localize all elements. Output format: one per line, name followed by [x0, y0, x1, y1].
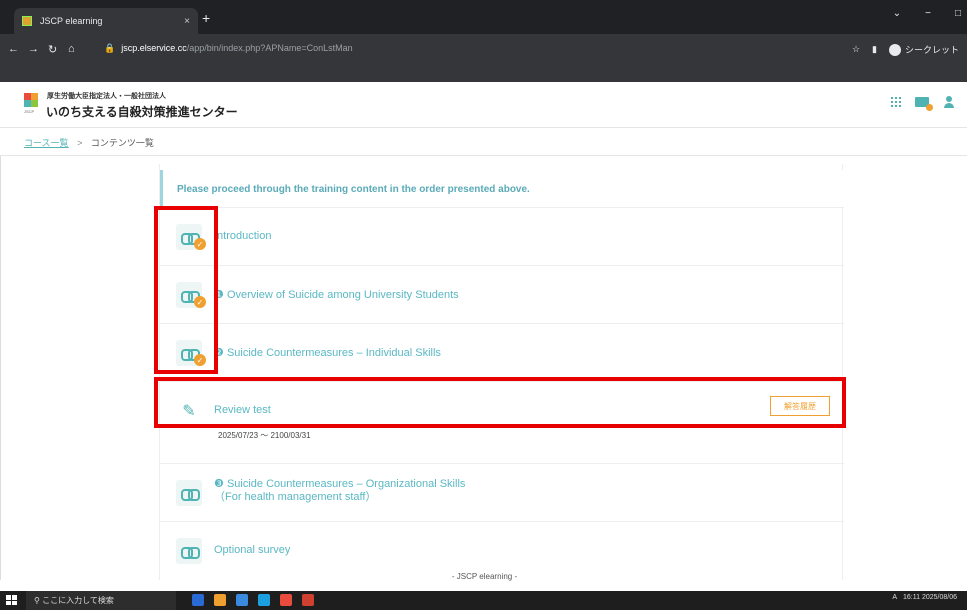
- site-header: JSCP 厚生労働大臣指定法人・一般社団法人 いのち支える自殺対策推進センター: [0, 82, 967, 128]
- side-panel-icon[interactable]: ▮: [872, 44, 877, 55]
- address-bar: ← → ↻ ⌂ 🔒 jscp.elservice.cc/app/bin/index…: [0, 34, 967, 64]
- apps-grid-icon[interactable]: [891, 97, 901, 107]
- breadcrumb: コース一覧 > コンテンツ一覧: [0, 128, 967, 156]
- favicon-icon: [22, 16, 32, 26]
- incognito-icon: [888, 43, 901, 56]
- bookmark-star-icon[interactable]: ☆: [852, 44, 860, 55]
- app-icon[interactable]: [214, 594, 226, 606]
- content-item-label: ❶ Overview of Suicide among University S…: [214, 289, 459, 301]
- tab-title: JSCP elearning: [40, 16, 103, 26]
- org-name: 厚生労働大臣指定法人・一般社団法人: [47, 93, 166, 100]
- taskbar-search[interactable]: ⚲ ここに入力して検索: [26, 591, 176, 610]
- chrome-icon[interactable]: [280, 594, 292, 606]
- content-item-label: ❸ Suicide Countermeasures – Organization…: [214, 478, 466, 503]
- search-icon: ⚲: [34, 596, 43, 605]
- content-item-label: ❷ Suicide Countermeasures – Individual S…: [214, 347, 441, 359]
- clock[interactable]: 16:11 2025/08/06: [903, 594, 957, 601]
- browser-window: JSCP elearning × + ⌄ − □ ← → ↻ ⌂ 🔒 jscp.e…: [0, 0, 967, 610]
- app-icon[interactable]: [236, 594, 248, 606]
- content-area: Please proceed through the training cont…: [0, 156, 967, 581]
- footer-text: - JSCP elearning -: [451, 572, 518, 581]
- content-item-label: Introduction: [214, 230, 272, 242]
- highlight-completed-icons: [154, 206, 218, 374]
- jscp-logo[interactable]: [24, 93, 38, 107]
- tab-search-icon[interactable]: ⌄: [893, 8, 901, 19]
- new-tab-button[interactable]: +: [202, 10, 210, 26]
- tab-jscp[interactable]: JSCP elearning ×: [14, 8, 198, 34]
- user-icon[interactable]: [943, 96, 955, 108]
- breadcrumb-separator: >: [77, 138, 83, 148]
- content-item-introduction[interactable]: ✓ Introduction: [160, 208, 844, 266]
- bookmarks-strip: [0, 64, 967, 82]
- incognito-indicator[interactable]: シークレット: [888, 43, 959, 56]
- reload-icon[interactable]: ↻: [48, 43, 57, 56]
- forward-arrow-icon[interactable]: →: [28, 43, 39, 55]
- tab-close-icon[interactable]: ×: [184, 16, 190, 27]
- link-icon: [176, 538, 202, 564]
- link-icon: [176, 480, 202, 506]
- lock-icon: 🔒: [104, 43, 116, 53]
- taskbar-apps: [192, 594, 314, 606]
- toolbar-right: ☆ ▮ シークレット: [852, 43, 959, 56]
- test-period: 2025/07/23 ～ 2100/03/31: [218, 431, 311, 440]
- app-icon[interactable]: [258, 594, 270, 606]
- highlight-review-test: [154, 377, 846, 428]
- content-item-organizational-skills[interactable]: ❸ Suicide Countermeasures – Organization…: [160, 464, 844, 522]
- breadcrumb-current: コンテンツ一覧: [90, 138, 154, 148]
- app-icon[interactable]: [302, 594, 314, 606]
- header-icons: [891, 96, 955, 111]
- system-tray: A 16:11 2025/08/06: [892, 594, 957, 601]
- tab-bar: JSCP elearning × + ⌄ − □: [0, 0, 967, 34]
- content-item-individual-skills[interactable]: ✓ ❷ Suicide Countermeasures – Individual…: [160, 324, 844, 382]
- home-icon[interactable]: ⌂: [68, 43, 75, 55]
- breadcrumb-course-list[interactable]: コース一覧: [24, 138, 69, 148]
- back-arrow-icon[interactable]: ←: [8, 43, 19, 55]
- content-item-label: Optional survey: [214, 544, 291, 556]
- notification-dot: [926, 104, 933, 111]
- url-field[interactable]: 🔒 jscp.elservice.cc/app/bin/index.php?APN…: [104, 43, 353, 54]
- site-title: いのち支える自殺対策推進センター: [46, 105, 238, 119]
- ime-indicator[interactable]: A: [892, 594, 897, 601]
- minimize-button[interactable]: −: [925, 8, 931, 19]
- window-controls: ⌄ − □: [893, 8, 961, 19]
- app-icon[interactable]: [192, 594, 204, 606]
- content-list-panel: Please proceed through the training cont…: [159, 164, 844, 580]
- windows-start-icon[interactable]: [6, 595, 17, 605]
- logo-caption: JSCP: [24, 109, 35, 114]
- taskbar: ⚲ ここに入力して検索 A 16:11 2025/08/06: [0, 591, 967, 610]
- order-notice: Please proceed through the training cont…: [160, 170, 844, 208]
- mail-icon[interactable]: [915, 97, 933, 111]
- maximize-button[interactable]: □: [955, 8, 961, 19]
- content-item-overview[interactable]: ✓ ❶ Overview of Suicide among University…: [160, 266, 844, 324]
